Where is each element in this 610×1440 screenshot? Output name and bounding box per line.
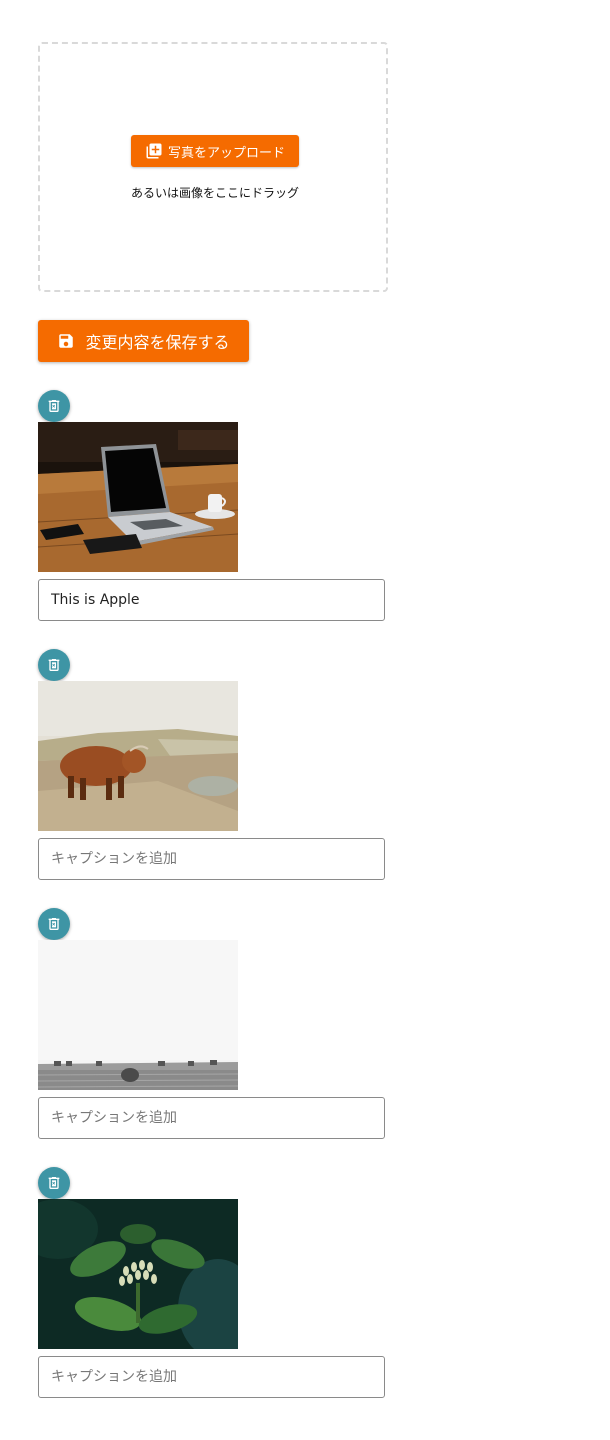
- photo-thumbnail: [38, 940, 238, 1090]
- caption-input[interactable]: [38, 1097, 385, 1139]
- trash-icon: [48, 918, 60, 930]
- photo-thumbnail: [38, 681, 238, 831]
- photo-item: [38, 649, 388, 881]
- photo-item: [38, 1167, 388, 1399]
- photo-thumbnail: [38, 1199, 238, 1349]
- photo-thumbnail: [38, 422, 238, 572]
- photo-item: [38, 908, 388, 1140]
- upload-dropzone[interactable]: 写真をアップロード あるいは画像をここにドラッグ: [38, 42, 388, 292]
- trash-icon: [48, 659, 60, 671]
- delete-photo-button[interactable]: [38, 908, 70, 940]
- trash-icon: [48, 1177, 60, 1189]
- floppy-disk-icon: [59, 334, 74, 348]
- save-button-label: 変更内容を保存する: [85, 333, 230, 352]
- delete-photo-button[interactable]: [38, 390, 70, 422]
- caption-input[interactable]: [38, 1356, 385, 1398]
- drag-hint-text: あるいは画像をここにドラッグ: [130, 186, 299, 200]
- delete-photo-button[interactable]: [38, 1167, 70, 1199]
- add-photo-icon: [146, 143, 162, 159]
- upload-photo-button[interactable]: 写真をアップロード: [131, 135, 299, 167]
- caption-input[interactable]: [38, 838, 385, 880]
- photo-item: [38, 390, 388, 622]
- delete-photo-button[interactable]: [38, 649, 70, 681]
- save-changes-button[interactable]: 変更内容を保存する: [38, 320, 249, 362]
- caption-input[interactable]: [38, 579, 385, 621]
- upload-button-label: 写真をアップロード: [167, 145, 285, 161]
- trash-icon: [48, 400, 60, 412]
